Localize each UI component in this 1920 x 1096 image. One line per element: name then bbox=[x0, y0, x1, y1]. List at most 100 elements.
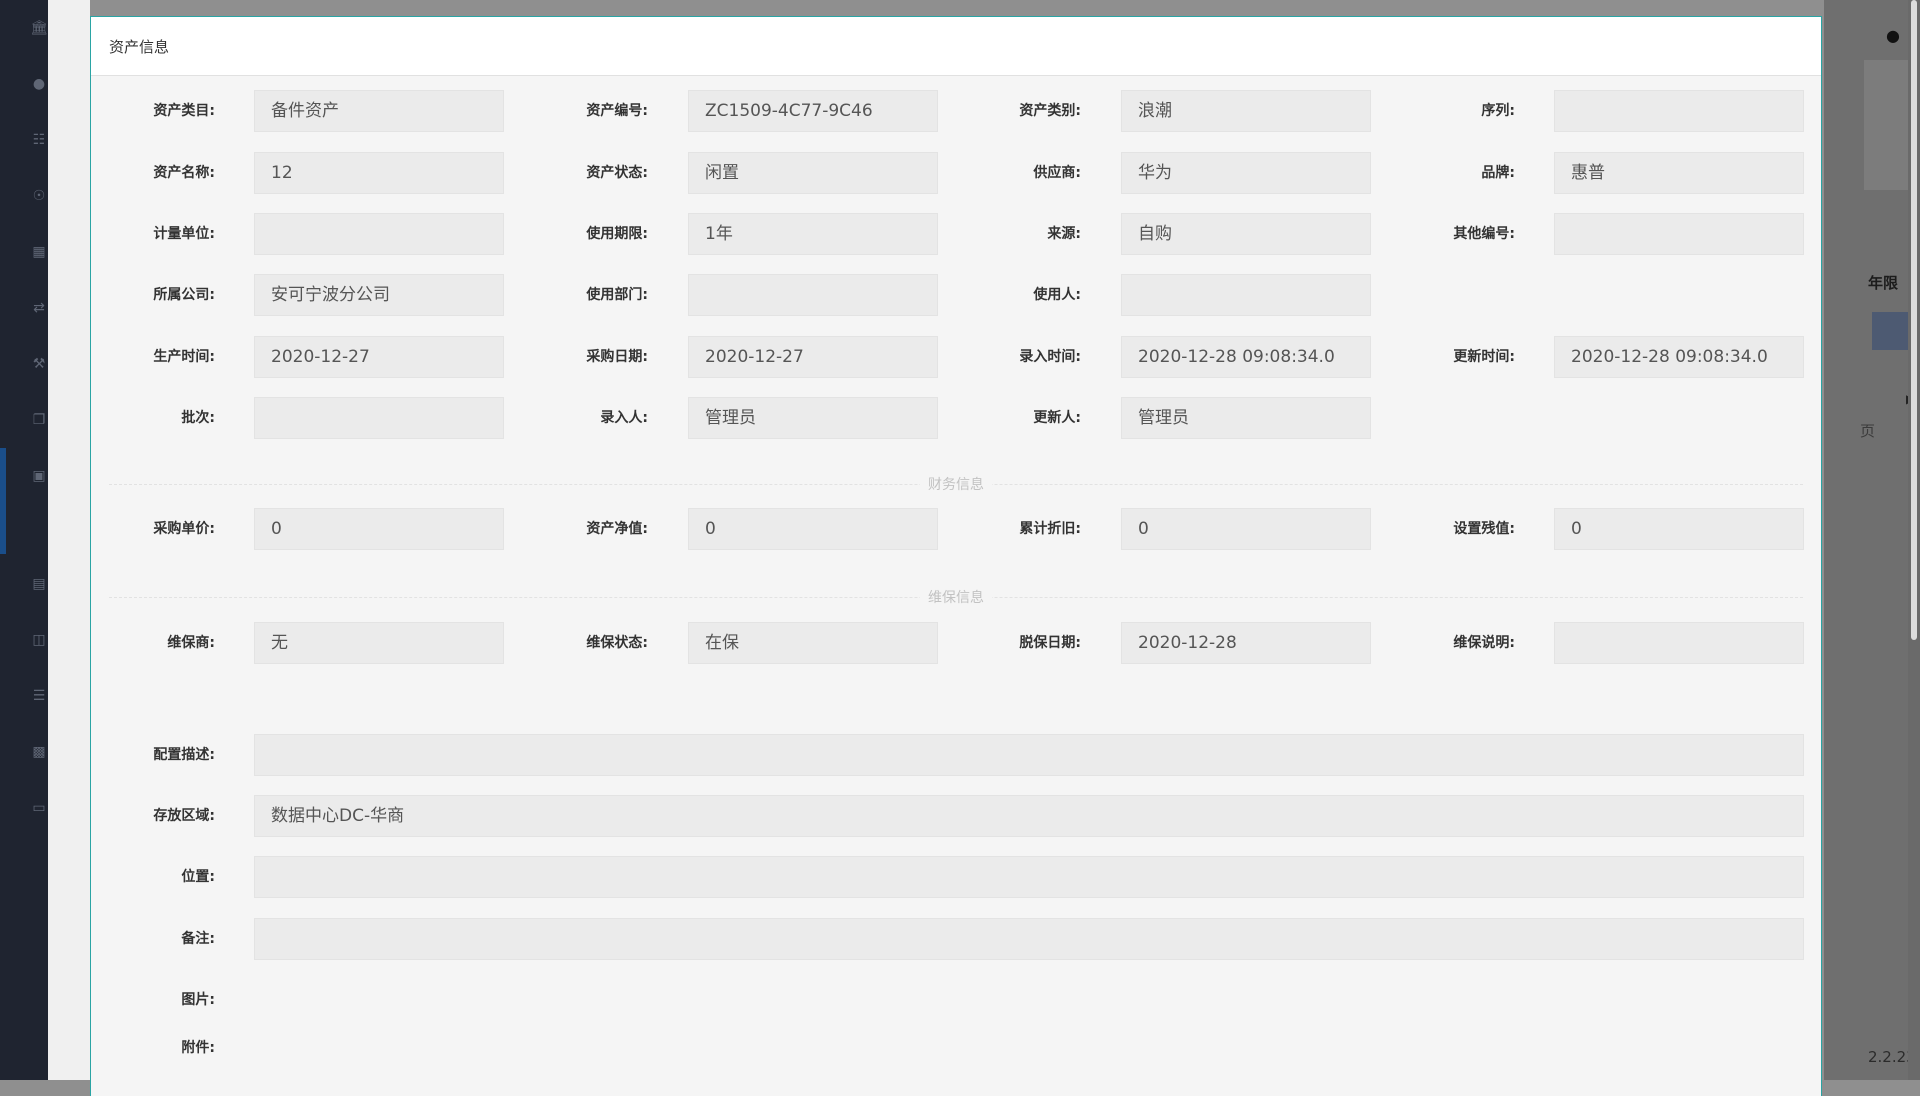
user-icon[interactable]: ● bbox=[30, 75, 48, 93]
location-field[interactable] bbox=[254, 856, 1804, 898]
asset-category-field[interactable]: 备件资产 bbox=[254, 90, 504, 132]
field-label: 存放区域: bbox=[153, 808, 215, 824]
field-label: 资产名称: bbox=[153, 165, 215, 181]
field-label: 备注: bbox=[181, 931, 215, 947]
field-label: 供应商: bbox=[1033, 165, 1081, 181]
field-label: 使用人: bbox=[1033, 287, 1081, 303]
panel-title: 资产信息 bbox=[109, 37, 170, 56]
maintainer-field[interactable]: 无 bbox=[254, 622, 504, 664]
form-row: 维保商: 无 维保状态: 在保 脱保日期: 2020-12-28 维保说明: bbox=[91, 621, 1821, 665]
entered-by-field[interactable]: 管理员 bbox=[688, 397, 938, 439]
form-row: 附件: bbox=[91, 1026, 1821, 1070]
depreciation-field[interactable]: 0 bbox=[1121, 508, 1371, 550]
brand-field[interactable]: 惠普 bbox=[1554, 152, 1804, 194]
form-row: 计量单位: 使用期限: 1年 来源: 自购 其他编号: bbox=[91, 212, 1821, 256]
field-label: 品牌: bbox=[1481, 165, 1515, 181]
database-icon[interactable]: ☷ bbox=[30, 131, 48, 149]
supplier-field[interactable]: 华为 bbox=[1121, 152, 1371, 194]
panel-header: 资产信息 bbox=[91, 17, 1821, 76]
asset-name-field[interactable]: 12 bbox=[254, 152, 504, 194]
form-row: 生产时间: 2020-12-27 采购日期: 2020-12-27 录入时间: … bbox=[91, 335, 1821, 379]
other-number-field[interactable] bbox=[1554, 213, 1804, 255]
form-row: 批次: 录入人: 管理员 更新人: 管理员 bbox=[91, 396, 1821, 440]
pager-text: 页 bbox=[1860, 422, 1876, 440]
copy-icon[interactable]: ❐ bbox=[30, 411, 48, 429]
form-row: 配置描述: bbox=[91, 733, 1821, 777]
usage-period-field[interactable]: 1年 bbox=[688, 213, 938, 255]
updated-by-field[interactable]: 管理员 bbox=[1121, 397, 1371, 439]
attachment-label: 附件: bbox=[181, 1040, 215, 1056]
storage-area-field[interactable]: 数据中心DC-华商 bbox=[254, 795, 1804, 837]
maintenance-status-field[interactable]: 在保 bbox=[688, 622, 938, 664]
config-description-field[interactable] bbox=[254, 734, 1804, 776]
update-time-field[interactable]: 2020-12-28 09:08:34.0 bbox=[1554, 336, 1804, 378]
asset-number-field[interactable]: ZC1509-4C77-9C46 bbox=[688, 90, 938, 132]
field-label: 采购日期: bbox=[586, 349, 648, 365]
department-field[interactable] bbox=[688, 274, 938, 316]
field-label: 采购单价: bbox=[153, 521, 215, 537]
field-label: 录入时间: bbox=[1019, 349, 1081, 365]
wrench-icon[interactable]: ⚒ bbox=[30, 355, 48, 373]
user-icon[interactable]: ● bbox=[1886, 26, 1900, 45]
form-row: 所属公司: 安可宁波分公司 使用部门: 使用人: bbox=[91, 273, 1821, 317]
field-label: 资产类别: bbox=[1019, 103, 1081, 119]
warranty-expiry-field[interactable]: 2020-12-28 bbox=[1121, 622, 1371, 664]
form-row: 采购单价: 0 资产净值: 0 累计折旧: 0 设置残值: 0 bbox=[91, 507, 1821, 551]
production-date-field[interactable]: 2020-12-27 bbox=[254, 336, 504, 378]
maintenance-notes-field[interactable] bbox=[1554, 622, 1804, 664]
field-label: 累计折旧: bbox=[1019, 521, 1081, 537]
table-icon[interactable]: ◫ bbox=[30, 631, 48, 649]
scrollbar-thumb[interactable] bbox=[1911, 0, 1917, 640]
remarks-field[interactable] bbox=[254, 918, 1804, 960]
field-label: 配置描述: bbox=[153, 747, 215, 763]
unit-field[interactable] bbox=[254, 213, 504, 255]
maintenance-section-title: 维保信息 bbox=[91, 587, 1821, 607]
form-row: 图片: bbox=[91, 978, 1821, 1022]
batch-field[interactable] bbox=[254, 397, 504, 439]
field-label: 资产状态: bbox=[586, 165, 648, 181]
residual-value-field[interactable]: 0 bbox=[1554, 508, 1804, 550]
sidebar: 🏛 ● ☷ ☉ ▦ ⇄ ⚒ ❐ ▣ ▤ ◫ ☰ ▩ ▭ bbox=[0, 0, 48, 1080]
field-label: 序列: bbox=[1481, 103, 1515, 119]
serial-field[interactable] bbox=[1554, 90, 1804, 132]
field-label: 录入人: bbox=[600, 410, 648, 426]
field-label: 维保说明: bbox=[1453, 635, 1515, 651]
form-row: 存放区域: 数据中心DC-华商 bbox=[91, 794, 1821, 838]
net-value-field[interactable]: 0 bbox=[688, 508, 938, 550]
bank-icon[interactable]: 🏛 bbox=[30, 19, 48, 37]
file-icon[interactable]: ▤ bbox=[30, 575, 48, 593]
laptop-icon[interactable]: ▭ bbox=[30, 799, 48, 817]
sidebar-active-indicator bbox=[0, 448, 6, 554]
field-label: 维保状态: bbox=[586, 635, 648, 651]
field-label: 资产编号: bbox=[586, 103, 648, 119]
finance-section-label: 财务信息 bbox=[920, 477, 992, 493]
field-label: 所属公司: bbox=[153, 287, 215, 303]
field-label: 更新人: bbox=[1033, 410, 1081, 426]
company-field[interactable]: 安可宁波分公司 bbox=[254, 274, 504, 316]
source-field[interactable]: 自购 bbox=[1121, 213, 1371, 255]
field-label: 更新时间: bbox=[1453, 349, 1515, 365]
maintenance-section-label: 维保信息 bbox=[920, 590, 992, 606]
purchase-price-field[interactable]: 0 bbox=[254, 508, 504, 550]
chart-icon[interactable]: ▩ bbox=[30, 743, 48, 761]
entry-time-field[interactable]: 2020-12-28 09:08:34.0 bbox=[1121, 336, 1371, 378]
field-label: 生产时间: bbox=[153, 349, 215, 365]
field-label: 批次: bbox=[181, 410, 215, 426]
form-row: 资产名称: 12 资产状态: 闲置 供应商: 华为 品牌: 惠普 bbox=[91, 151, 1821, 195]
exchange-icon[interactable]: ⇄ bbox=[30, 299, 48, 317]
field-label: 设置残值: bbox=[1453, 521, 1515, 537]
globe-icon[interactable]: ☉ bbox=[30, 187, 48, 205]
field-label: 使用部门: bbox=[586, 287, 648, 303]
list-icon[interactable]: ☰ bbox=[30, 687, 48, 705]
purchase-date-field[interactable]: 2020-12-27 bbox=[688, 336, 938, 378]
user-field[interactable] bbox=[1121, 274, 1371, 316]
field-label: 脱保日期: bbox=[1019, 635, 1081, 651]
box-icon[interactable]: ▣ bbox=[30, 467, 48, 485]
background-app-right: ● 年限 ▶ 页 2.2.23 bbox=[1824, 0, 1920, 1080]
grid-icon[interactable]: ▦ bbox=[30, 243, 48, 261]
asset-type-field[interactable]: 浪潮 bbox=[1121, 90, 1371, 132]
asset-status-field[interactable]: 闲置 bbox=[688, 152, 938, 194]
field-label: 位置: bbox=[181, 869, 215, 885]
field-label: 使用期限: bbox=[586, 226, 648, 242]
field-label: 来源: bbox=[1047, 226, 1081, 242]
